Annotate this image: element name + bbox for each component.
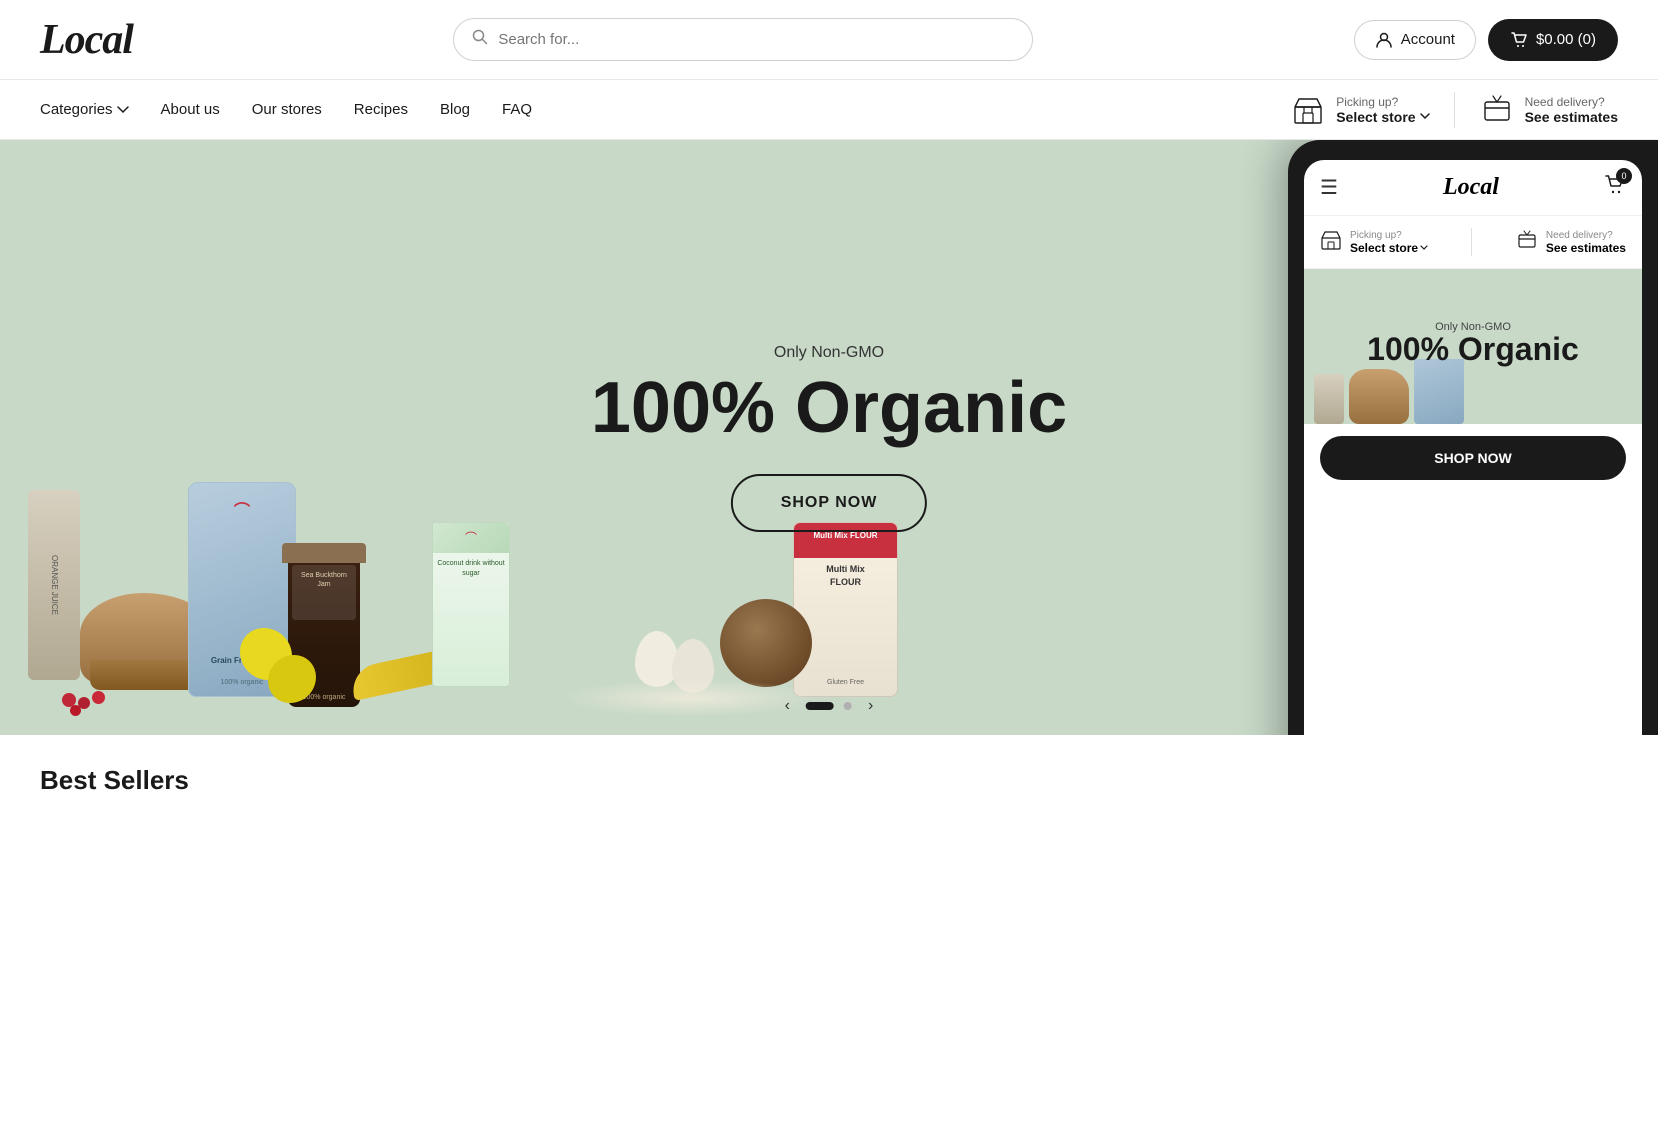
nav-left: Categories About us Our stores Recipes B… bbox=[40, 101, 532, 118]
categories-label: Categories bbox=[40, 101, 113, 118]
phone-store-left[interactable]: Picking up? Select store bbox=[1320, 229, 1428, 256]
cart-icon bbox=[1510, 31, 1528, 49]
phone-mockup: ☰ Local 0 bbox=[1288, 140, 1658, 735]
hero-title: 100% Organic bbox=[591, 372, 1067, 444]
sidebar-item-blog[interactable]: Blog bbox=[440, 101, 470, 118]
store-chevron-icon bbox=[1420, 113, 1430, 120]
carousel-dot-1[interactable] bbox=[806, 702, 834, 710]
phone-menu-icon[interactable]: ☰ bbox=[1320, 175, 1338, 200]
sidebar-item-faq[interactable]: FAQ bbox=[502, 101, 532, 118]
chevron-down-icon bbox=[117, 106, 129, 114]
top-actions: Account $0.00 (0) bbox=[1354, 19, 1618, 61]
phone-delivery-label: Need delivery? bbox=[1546, 230, 1626, 241]
phone-store-right[interactable]: Need delivery? See estimates bbox=[1516, 229, 1626, 256]
delivery-picker[interactable]: Need delivery? See estimates bbox=[1479, 92, 1618, 128]
product-coconut bbox=[720, 599, 812, 687]
nav-categories[interactable]: Categories bbox=[40, 101, 129, 118]
phone-delivery-action: See estimates bbox=[1546, 241, 1626, 255]
phone-hero-title: 100% Organic bbox=[1367, 333, 1579, 365]
store-icon bbox=[1290, 92, 1326, 128]
carousel-prev-button[interactable]: ‹ bbox=[779, 693, 796, 719]
phone-store-action: Select store bbox=[1350, 241, 1428, 255]
hero-content: Only Non-GMO 100% Organic SHOP NOW bbox=[591, 344, 1067, 532]
delivery-icon bbox=[1479, 92, 1515, 128]
phone-logo: Local bbox=[1443, 174, 1499, 201]
best-sellers-section: Best Sellers bbox=[0, 735, 1658, 796]
hero-subtitle: Only Non-GMO bbox=[591, 344, 1067, 362]
store-picker-action: Select store bbox=[1336, 109, 1429, 125]
nav-right: Picking up? Select store Need delivery? … bbox=[1290, 92, 1618, 128]
phone-hero-bg: Only Non-GMO 100% Organic bbox=[1304, 269, 1642, 424]
phone-delivery-icon bbox=[1516, 229, 1538, 256]
store-picker-label: Picking up? bbox=[1336, 95, 1429, 109]
top-bar: Local Account $0.00 (0) bbox=[0, 0, 1658, 80]
search-bar[interactable] bbox=[453, 18, 1033, 61]
phone-store-icon bbox=[1320, 229, 1342, 256]
carousel-dot-2[interactable] bbox=[844, 702, 852, 710]
phone-cart-badge: 0 bbox=[1616, 168, 1632, 184]
phone-store-chevron-icon bbox=[1420, 245, 1428, 251]
logo-area: Local bbox=[40, 16, 133, 64]
product-can: ORANGE JUICE bbox=[28, 490, 80, 680]
account-button[interactable]: Account bbox=[1354, 20, 1476, 60]
nav-divider bbox=[1454, 92, 1455, 128]
carousel-controls: ‹ › bbox=[779, 693, 880, 719]
sidebar-item-about-us[interactable]: About us bbox=[161, 101, 220, 118]
phone-shop-now-button[interactable]: SHOP NOW bbox=[1320, 436, 1626, 480]
account-label: Account bbox=[1401, 31, 1455, 48]
cart-button[interactable]: $0.00 (0) bbox=[1488, 19, 1618, 61]
phone-inner: ☰ Local 0 bbox=[1304, 160, 1642, 735]
delivery-picker-text: Need delivery? See estimates bbox=[1525, 95, 1618, 125]
store-picker[interactable]: Picking up? Select store bbox=[1290, 92, 1429, 128]
best-sellers-title: Best Sellers bbox=[40, 765, 1618, 796]
cart-label: $0.00 (0) bbox=[1536, 31, 1596, 48]
carousel-next-button[interactable]: › bbox=[862, 693, 879, 719]
product-carton: ⌒ Coconut drink without sugar bbox=[432, 522, 510, 687]
delivery-picker-action: See estimates bbox=[1525, 109, 1618, 125]
store-picker-text: Picking up? Select store bbox=[1336, 95, 1429, 125]
phone-store-bar: Picking up? Select store bbox=[1304, 216, 1642, 269]
sidebar-item-our-stores[interactable]: Our stores bbox=[252, 101, 322, 118]
sidebar-item-recipes[interactable]: Recipes bbox=[354, 101, 408, 118]
site-logo[interactable]: Local bbox=[40, 16, 133, 64]
hero-section: ORANGE JUICE ⌒ Grain Free Puffs 100% org… bbox=[0, 140, 1658, 735]
search-icon bbox=[472, 29, 488, 50]
shop-now-button[interactable]: SHOP NOW bbox=[731, 474, 928, 532]
phone-store-label: Picking up? bbox=[1350, 230, 1428, 241]
phone-header: ☰ Local 0 bbox=[1304, 160, 1642, 216]
nav-bar: Categories About us Our stores Recipes B… bbox=[0, 80, 1658, 140]
account-icon bbox=[1375, 31, 1393, 49]
delivery-picker-label: Need delivery? bbox=[1525, 95, 1618, 109]
phone-hero-content: Only Non-GMO 100% Organic bbox=[1351, 305, 1595, 381]
phone-cart-wrap: 0 bbox=[1604, 174, 1626, 201]
search-input[interactable] bbox=[498, 31, 1014, 48]
product-flour-bag: Multi Mix FLOUR Multi MixFLOUR Gluten Fr… bbox=[793, 522, 898, 697]
phone-divider bbox=[1471, 228, 1472, 256]
